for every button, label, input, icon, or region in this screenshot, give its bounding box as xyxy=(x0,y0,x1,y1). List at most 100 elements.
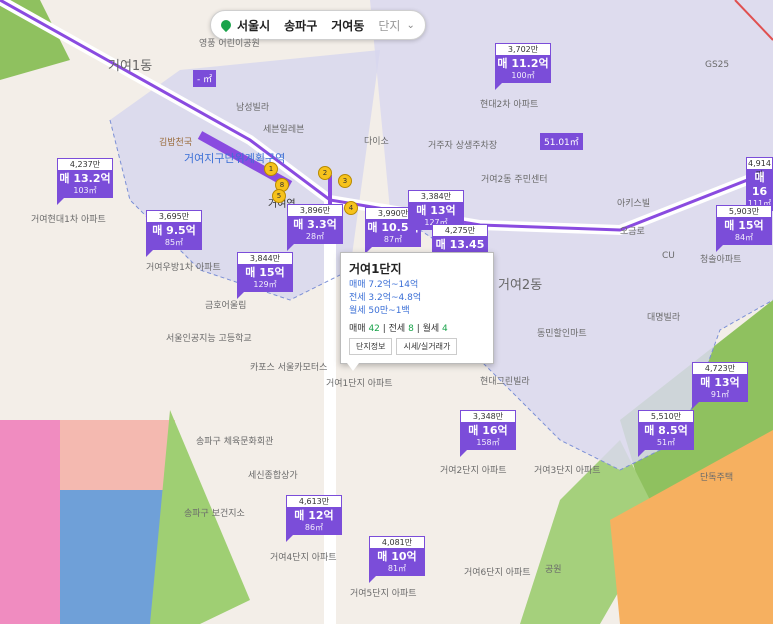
price-marker[interactable]: 3,695만 매 9.5억 85㎡ xyxy=(146,210,202,257)
count-jeonse: 8 xyxy=(408,324,414,334)
price-marker[interactable]: 5,903만 매 15억 84㎡ xyxy=(716,205,772,252)
label-cu: CU xyxy=(662,251,675,261)
marker-count: 4,275만 xyxy=(432,224,488,236)
marker-tail xyxy=(57,198,64,205)
marker-tail xyxy=(369,576,376,583)
marker-count: 4,613만 xyxy=(286,495,342,507)
marker-area: 100㎡ xyxy=(511,71,535,80)
marker-area: 129㎡ xyxy=(253,280,277,289)
marker-count: 5,903만 xyxy=(716,205,772,217)
price-marker[interactable]: 3,702만 매 11.2억 100㎡ xyxy=(495,43,551,90)
station-exit-3-icon[interactable]: 3 xyxy=(338,174,352,188)
price-marker[interactable]: 4,613만 매 12억 86㎡ xyxy=(286,495,342,542)
marker-area: 51㎡ xyxy=(656,438,676,447)
breadcrumb-dong[interactable]: 거여동 xyxy=(331,17,364,34)
count-monthly: 4 xyxy=(442,324,448,334)
station-exit-2-icon[interactable]: 2 xyxy=(318,166,332,180)
marker-area: 86㎡ xyxy=(304,523,324,532)
price-marker[interactable]: 3,844만 매 15억 129㎡ xyxy=(237,252,293,299)
marker-price: 매 13억 xyxy=(416,204,456,217)
label-geoyeo2danji: 거여2단지 아파트 xyxy=(440,466,507,476)
marker-area: 81㎡ xyxy=(387,564,407,573)
label-yeongpung: 영풍 어린이공원 xyxy=(199,39,260,49)
marker-count: 3,695만 xyxy=(146,210,202,222)
count-label-monthly: 월세 xyxy=(422,324,440,334)
marker-tail xyxy=(287,244,294,251)
chevron-down-icon[interactable]: ⌄ xyxy=(406,20,414,31)
label-songpa-center: 송파구 체육문화회관 xyxy=(196,437,274,447)
label-park: 공원 xyxy=(545,565,562,575)
label-geoyeo6danji: 거여6단지 아파트 xyxy=(464,568,531,578)
station-exit-1-icon[interactable]: 1 xyxy=(264,162,278,176)
location-pin-icon xyxy=(218,17,234,33)
label-seoul-ingong: 서울인공지능 고등학교 xyxy=(166,334,252,344)
label-geoyeo-hyundai1: 거여현대1차 아파트 xyxy=(31,215,106,225)
small-price-marker[interactable]: - ㎡ xyxy=(193,70,217,87)
marker-area: 103㎡ xyxy=(73,186,97,195)
price-history-button[interactable]: 시세/실거래가 xyxy=(396,338,458,355)
price-marker[interactable]: 4,723만 매 13억 91㎡ xyxy=(692,362,748,409)
marker-price: 매 16 xyxy=(751,171,768,198)
marker-area: 85㎡ xyxy=(164,238,184,247)
label-daemyung: 대명빌라 xyxy=(647,313,681,323)
marker-count: 3,348만 xyxy=(460,410,516,422)
label-road: 오금로 xyxy=(620,227,645,237)
marker-price: 매 3.3억 xyxy=(293,218,337,231)
marker-tail xyxy=(460,450,467,457)
breadcrumb-complex[interactable]: 단지 xyxy=(378,17,400,34)
breadcrumb-city[interactable]: 서울시 xyxy=(237,17,270,34)
marker-tail xyxy=(495,83,502,90)
marker-tail xyxy=(286,535,293,542)
marker-tail xyxy=(146,250,153,257)
price-marker[interactable]: 3,896만 매 3.3억 28㎡ xyxy=(287,204,343,251)
label-geoyeo1danji: 거여1단지 아파트 xyxy=(326,379,393,389)
price-marker[interactable]: 4,914만 매 16 111㎡ xyxy=(746,157,773,211)
marker-price: 매 8.5억 xyxy=(644,424,688,437)
marker-tail xyxy=(716,245,723,252)
label-danok: 단독주택 xyxy=(700,473,734,483)
marker-count: 5,510만 xyxy=(638,410,694,422)
price-marker[interactable]: 3,348만 매 16억 158㎡ xyxy=(460,410,516,457)
marker-price: 매 16억 xyxy=(468,424,508,437)
label-dong2: 거여2동 xyxy=(498,278,543,293)
station-exit-4-icon[interactable]: 4 xyxy=(344,201,358,215)
label-jeongsol: 청솔아파트 xyxy=(700,255,742,265)
price-marker[interactable]: 5,510만 매 8.5억 51㎡ xyxy=(638,410,694,457)
popup-arrow xyxy=(347,363,359,371)
count-sale: 42 xyxy=(368,324,380,334)
marker-price: 매 15억 xyxy=(245,266,285,279)
label-kaposu: 카포스 서울카모터스 xyxy=(250,363,328,373)
station-exit-5-icon[interactable]: 5 xyxy=(272,189,286,203)
label-geoyeo3danji: 거여3단지 아파트 xyxy=(534,466,601,476)
marker-count: 4,723만 xyxy=(692,362,748,374)
breadcrumb-district[interactable]: 송파구 xyxy=(284,17,317,34)
label-akiseupil: 아키스빌 xyxy=(617,199,651,209)
label-hyundaigreen: 현대그린빌라 xyxy=(480,377,530,387)
marker-count: 3,702만 xyxy=(495,43,551,55)
marker-price: 매 13억 xyxy=(700,376,740,389)
small-price-marker[interactable]: 51.01㎡ xyxy=(540,133,583,150)
price-marker[interactable]: 4,081만 매 10억 81㎡ xyxy=(369,536,425,583)
complex-popup[interactable]: 거여1단지 매매 7.2억~14억 전세 3.2억~4.8억 월세 50만~1백… xyxy=(340,252,494,371)
complex-info-button[interactable]: 단지정보 xyxy=(349,338,393,355)
popup-jeonse: 전세 3.2억~4.8억 xyxy=(349,293,422,303)
marker-area: 28㎡ xyxy=(305,232,325,241)
label-sesin: 세신종합상가 xyxy=(248,471,298,481)
popup-sale: 매매 7.2억~14억 xyxy=(349,280,419,290)
marker-count: 4,081만 xyxy=(369,536,425,548)
marker-count: 4,914만 xyxy=(746,157,773,179)
marker-count: 3,384만 xyxy=(408,190,464,202)
marker-count: 3,896만 xyxy=(287,204,343,216)
label-geoyeo-woobang: 거여우방1차 아파트 xyxy=(146,263,221,273)
count-label-jeonse: 전세 xyxy=(388,324,406,334)
marker-price: 매 10억 xyxy=(377,550,417,563)
label-dong1: 거여1동 xyxy=(108,59,153,74)
label-hyundai2: 현대2차 아파트 xyxy=(480,100,539,110)
label-geoyeo4danji: 거여4단지 아파트 xyxy=(270,553,337,563)
price-marker[interactable]: 4,237만 매 13.2억 103㎡ xyxy=(57,158,113,205)
marker-price: 매 9.5억 xyxy=(152,224,196,237)
popup-monthly: 월세 50만~1백 xyxy=(349,306,410,316)
label-gimbap: 김밥천국 xyxy=(159,138,193,148)
marker-tail xyxy=(408,230,415,237)
label-gs25: GS25 xyxy=(705,60,730,70)
